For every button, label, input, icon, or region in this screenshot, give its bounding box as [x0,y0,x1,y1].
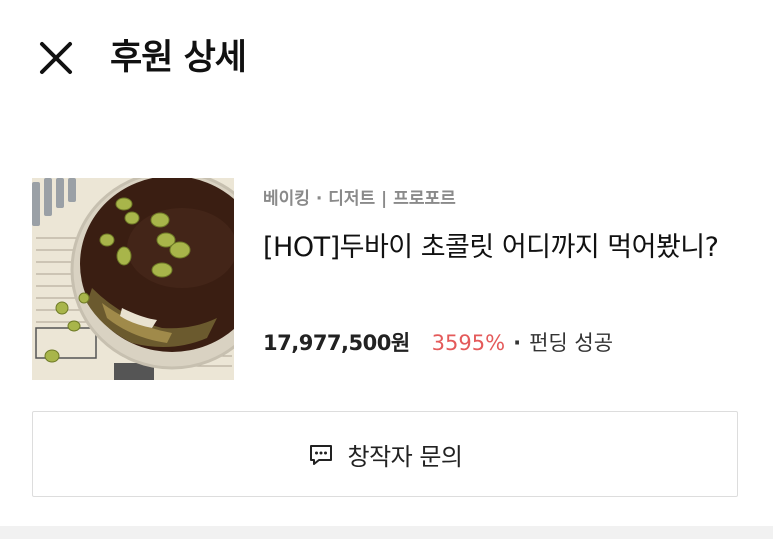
funding-stats: 17,977,500원 3595% · 펀딩 성공 [263,328,613,358]
page-title: 후원 상세 [110,38,247,78]
funding-percent: 3595% [431,331,506,355]
header: 후원 상세 [0,0,773,120]
close-button[interactable] [34,36,78,80]
separator-dot: · [513,331,522,355]
creator-inquiry-button[interactable]: 창작자 문의 [32,411,738,497]
project-card: 베이킹 · 디저트 | 프로포르 [HOT]두바이 초콜릿 어디까지 먹어봤니?… [32,178,742,380]
funding-amount: 17,977,500원 [263,331,410,355]
dessert-photo-image [32,178,234,380]
section-divider [0,526,773,539]
project-title[interactable]: [HOT]두바이 초콜릿 어디까지 먹어봤니? [263,222,733,274]
project-thumbnail[interactable] [32,178,234,380]
funding-status: 펀딩 성공 [529,331,614,355]
close-icon [40,42,72,74]
project-category: 베이킹 · 디저트 | 프로포르 [263,189,456,209]
chat-bubble-icon [307,440,335,468]
inquiry-label: 창작자 문의 [347,442,463,471]
